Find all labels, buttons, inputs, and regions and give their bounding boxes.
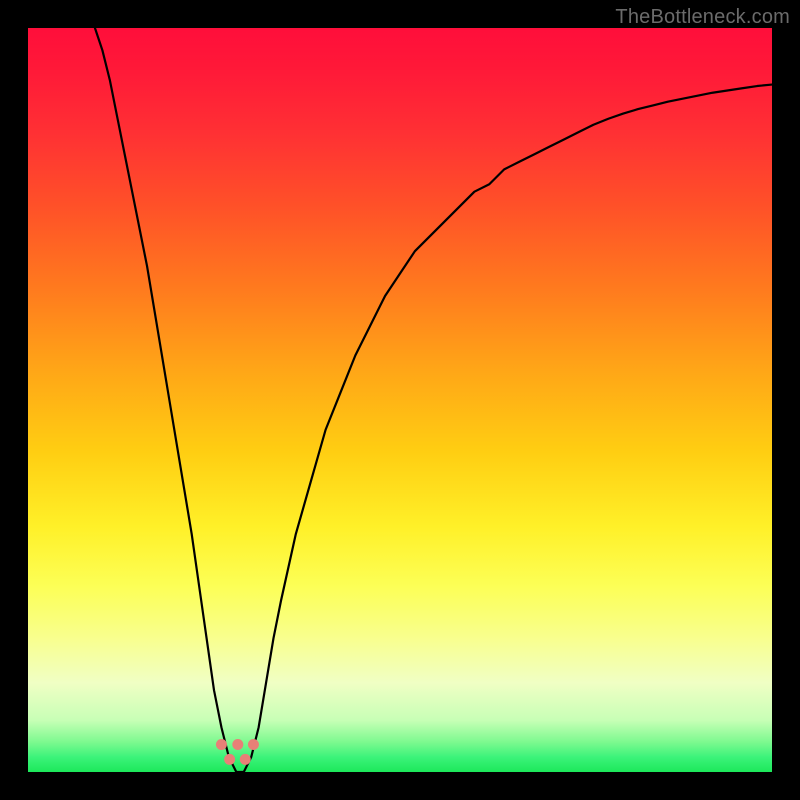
curve-marker [232, 739, 243, 750]
chart-svg [28, 28, 772, 772]
chart-plot-area [28, 28, 772, 772]
chart-frame: TheBottleneck.com [0, 0, 800, 800]
curve-marker [248, 739, 259, 750]
bottleneck-curve [95, 28, 772, 772]
curve-marker [240, 754, 251, 765]
watermark-text: TheBottleneck.com [615, 6, 790, 29]
curve-marker [216, 739, 227, 750]
curve-marker [224, 754, 235, 765]
